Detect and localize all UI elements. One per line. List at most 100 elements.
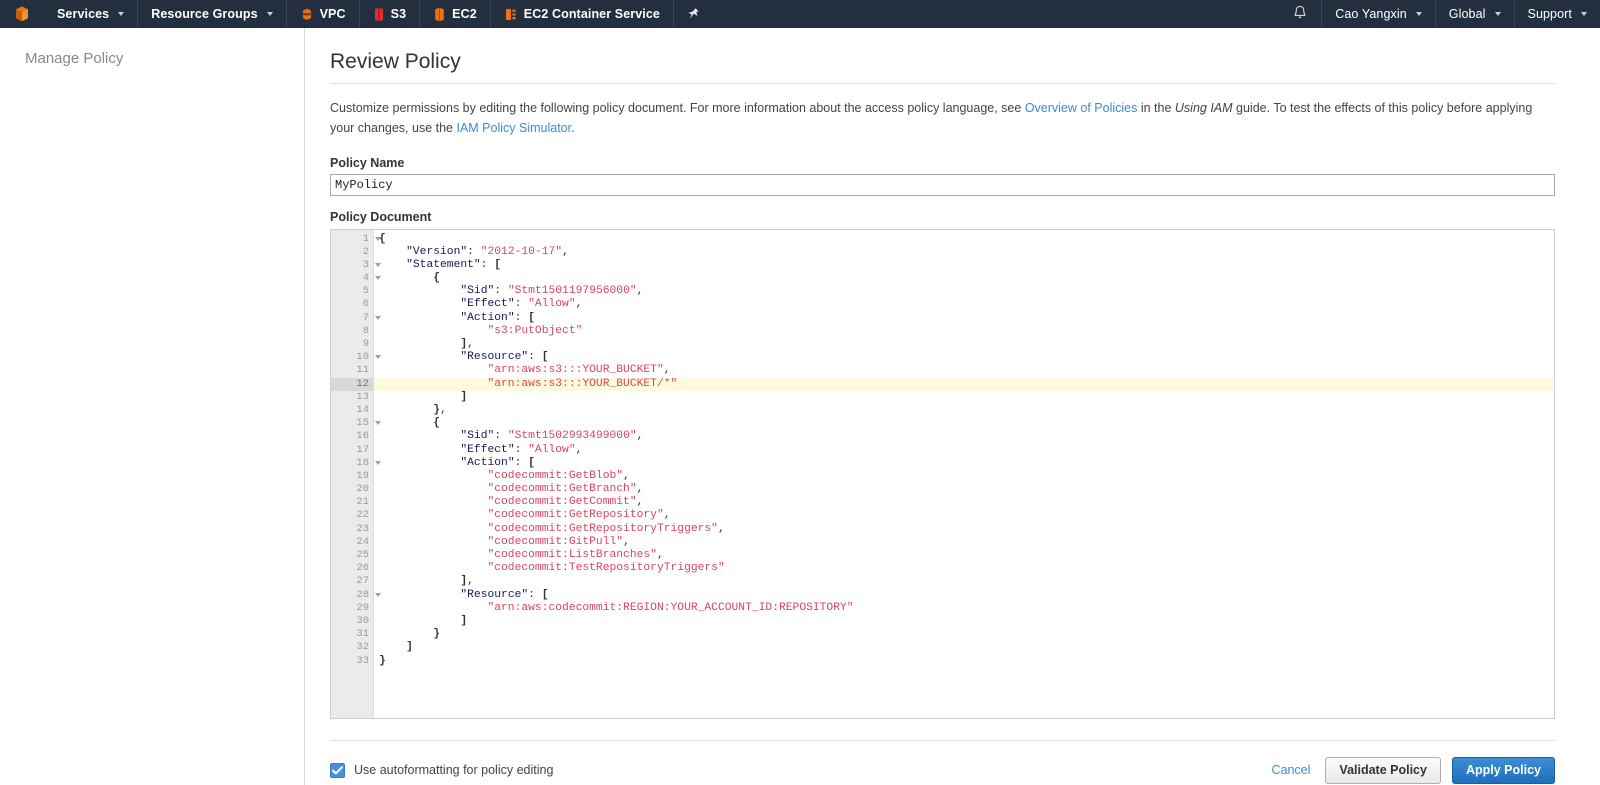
editor-line-number: 15	[331, 417, 381, 430]
editor-line-number: 6	[362, 298, 369, 311]
policy-document-editor[interactable]: 1 2 3 4 5 6 7 8 9 10 11 12 13 14 15 16 17 18 19 20 21 22 23 24 2…	[330, 228, 1555, 719]
notifications-bell-button[interactable]	[1279, 0, 1321, 28]
fold-toggle-icon[interactable]	[375, 276, 381, 281]
code-token-str: "Stmt1502993499000"	[507, 430, 637, 443]
code-token-pun: {	[433, 417, 441, 430]
code-token-plain: ,	[623, 469, 630, 482]
navbar-spacer	[713, 0, 1279, 28]
editor-code-line: "codecommit:GitPull",	[374, 536, 1554, 549]
editor-line-number: 7	[331, 312, 381, 325]
editor-line-number: 17	[356, 443, 369, 456]
code-token-str: "codecommit:GetBlob"	[487, 469, 624, 482]
fold-toggle-icon[interactable]	[375, 262, 381, 267]
editor-line-number: 29	[356, 601, 369, 614]
nav-ecs-label: EC2 Container Service	[523, 7, 660, 21]
editor-code-line: ]	[374, 615, 1554, 628]
nav-region-menu[interactable]: Global	[1434, 0, 1514, 28]
code-token-pun: [	[541, 351, 549, 364]
nav-support-menu[interactable]: Support	[1513, 0, 1600, 28]
editor-code-area[interactable]: { "Version": "2012-10-17", "Statement": …	[374, 230, 1554, 718]
nav-shortcut-ecs[interactable]: EC2 Container Service	[489, 0, 673, 28]
code-token-str: "arn:aws:s3:::YOUR_BUCKET"	[487, 364, 664, 377]
editor-code-line: "codecommit:TestRepositoryTriggers"	[374, 562, 1554, 575]
sidebar-item-manage-policy[interactable]: Manage Policy	[25, 50, 304, 67]
editor-line-number: 3	[331, 259, 381, 272]
code-token-str: "codecommit:GetRepositoryTriggers"	[487, 522, 718, 535]
nav-services-label: Services	[57, 7, 110, 21]
editor-line-number: 24	[356, 535, 369, 548]
code-token-plain: :	[467, 245, 481, 258]
autoformatting-checkbox-label: Use autoformatting for policy editing	[354, 763, 554, 778]
nav-shortcut-ec2[interactable]: EC2	[419, 0, 490, 28]
code-token-plain: ,	[562, 245, 569, 258]
autoformatting-checkbox-row[interactable]: Use autoformatting for policy editing	[330, 762, 554, 778]
nav-services[interactable]: Services	[44, 0, 137, 28]
fold-toggle-icon[interactable]	[375, 421, 381, 426]
fold-toggle-icon[interactable]	[375, 236, 381, 241]
code-token-str: "arn:aws:codecommit:REGION:YOUR_ACCOUNT_…	[487, 601, 854, 614]
nav-resource-groups-label: Resource Groups	[151, 7, 258, 21]
code-token-str: "Stmt1501197956000"	[507, 285, 637, 298]
editor-line-number: 16	[356, 430, 369, 443]
nav-s3-label: S3	[390, 7, 407, 21]
nav-account-label: Cao Yangxin	[1335, 7, 1407, 21]
chevron-down-icon	[1581, 12, 1587, 16]
code-token-pun: }	[433, 628, 441, 641]
policy-name-input[interactable]	[330, 173, 1555, 196]
page-body: Manage Policy Review Policy Customize pe…	[0, 28, 1600, 785]
fold-toggle-icon[interactable]	[375, 460, 381, 465]
code-token-plain: :	[494, 430, 508, 443]
nav-shortcut-vpc[interactable]: VPC	[285, 0, 359, 28]
autoformatting-checkbox[interactable]	[330, 762, 345, 778]
editor-line-number: 10	[331, 351, 381, 364]
code-token-plain: ,	[636, 483, 644, 496]
editor-line-number: 23	[356, 522, 369, 535]
code-token-pun: ]	[460, 614, 468, 627]
editor-line-number: 9	[362, 338, 369, 350]
code-token-str: "codecommit:TestRepositoryTriggers"	[487, 562, 725, 575]
code-token-str: "codecommit:GetRepository"	[487, 509, 664, 522]
using-iam-guide-name: Using IAM	[1174, 101, 1233, 115]
editor-line-number: 31	[356, 628, 369, 641]
code-token-str: "2012-10-17"	[480, 245, 563, 258]
editor-line-number: 21	[356, 496, 369, 509]
code-token-key: "Sid"	[460, 430, 495, 443]
fold-toggle-icon[interactable]	[375, 355, 381, 360]
cancel-button[interactable]: Cancel	[1268, 763, 1315, 777]
code-token-plain: :	[514, 311, 529, 324]
aws-cube-icon[interactable]	[0, 0, 44, 28]
nav-resource-groups[interactable]: Resource Groups	[137, 0, 285, 28]
editor-code-line: "Action": [	[374, 457, 1554, 470]
nav-account-menu[interactable]: Cao Yangxin	[1321, 0, 1435, 28]
editor-code-line: "Resource": [	[374, 351, 1554, 364]
fold-toggle-icon[interactable]	[375, 315, 381, 320]
code-token-plain: ,	[467, 338, 474, 350]
chevron-down-icon	[266, 12, 273, 16]
code-token-pun: ]	[460, 390, 468, 403]
nav-shortcut-s3[interactable]: S3	[358, 0, 420, 28]
overview-of-policies-link[interactable]: Overview of Policies	[1025, 101, 1138, 115]
code-token-plain: ,	[636, 430, 644, 443]
editor-line-number: 14	[356, 403, 369, 416]
page-title: Review Policy	[330, 50, 461, 73]
code-token-str: "codecommit:ListBranches"	[487, 549, 657, 561]
editor-code-line: "Effect": "Allow",	[374, 298, 1554, 311]
editor-code-line: "Statement": [	[374, 259, 1554, 272]
code-token-key: "Resource"	[460, 351, 529, 364]
chevron-down-icon	[1494, 12, 1501, 16]
validate-policy-button[interactable]: Validate Policy	[1325, 756, 1441, 785]
editor-code-line: "codecommit:GetRepository",	[374, 509, 1554, 522]
fold-toggle-icon[interactable]	[375, 592, 381, 597]
apply-policy-button[interactable]: Apply Policy	[1451, 756, 1555, 785]
editor-code-line: "arn:aws:s3:::YOUR_BUCKET/*"	[374, 377, 1554, 391]
nav-pin-shortcut[interactable]	[672, 0, 713, 28]
iam-policy-simulator-link[interactable]: IAM Policy Simulator	[456, 121, 571, 135]
